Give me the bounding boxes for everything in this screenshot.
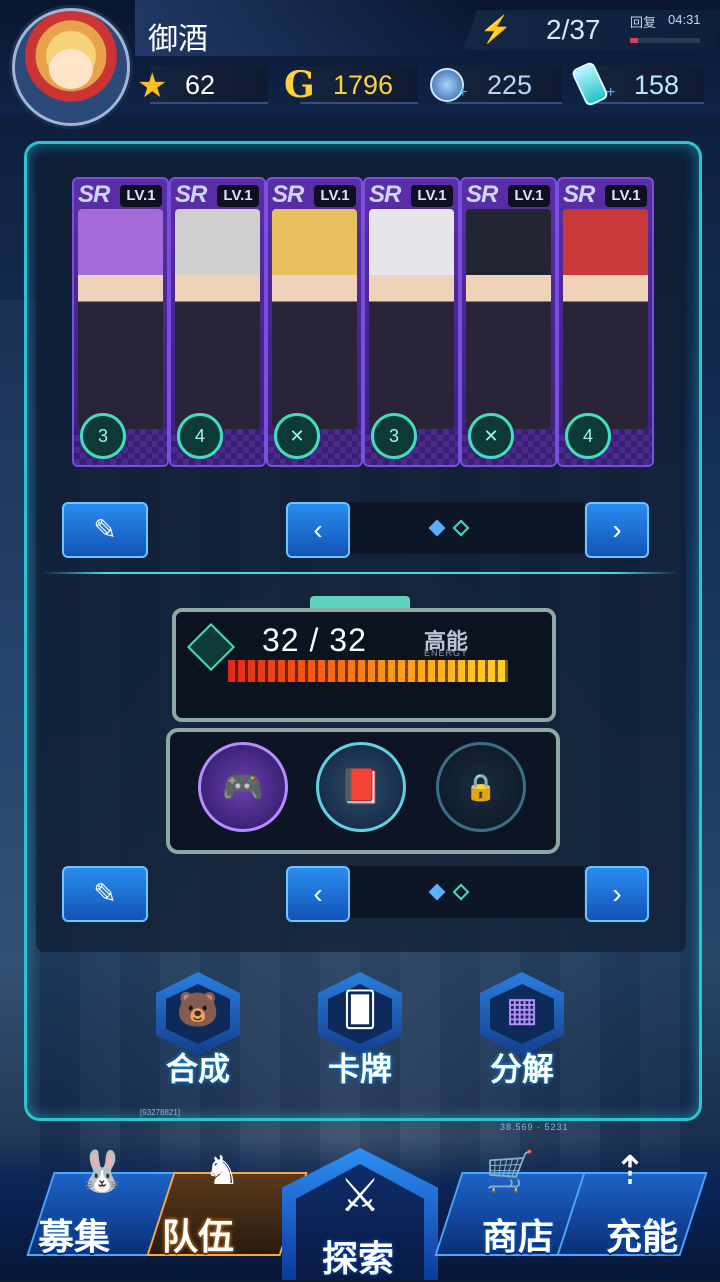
- rarity-label: SR: [175, 181, 207, 208]
- nav-shop-label: 商店: [482, 1216, 555, 1257]
- character-portrait: [369, 209, 454, 429]
- nav-explore-label: 探索: [322, 1238, 395, 1279]
- castle-icon: ⚔: [339, 1169, 381, 1221]
- stamina-icon[interactable]: ⚡: [478, 14, 514, 44]
- card-level: LV.1: [605, 185, 647, 207]
- team-next-button[interactable]: ›: [585, 502, 649, 558]
- rarity-label: SR: [78, 181, 110, 208]
- nav-charge-label: 充能: [606, 1216, 679, 1257]
- cards-icon: 🂠: [342, 991, 378, 1029]
- equipment-next-button[interactable]: ›: [585, 866, 649, 922]
- gem-plus-icon[interactable]: +: [458, 84, 467, 102]
- coords-left: [93278821]: [140, 1108, 181, 1117]
- cards-label: 卡牌: [327, 1051, 392, 1087]
- stamina-value: 2/37: [546, 14, 601, 45]
- recover-time: 04:31: [668, 12, 701, 27]
- knight-icon: ♞: [204, 1149, 240, 1193]
- avatar-face: [49, 49, 93, 89]
- synthesize-label: 合成: [165, 1051, 230, 1087]
- equipment-prev-button[interactable]: ‹: [286, 866, 350, 922]
- character-portrait: [466, 209, 551, 429]
- potion-value: 158: [634, 70, 680, 100]
- card-level: LV.1: [120, 185, 162, 207]
- decompose-button[interactable]: ▦ 分解: [472, 972, 572, 1087]
- item-slot-console[interactable]: 🎮: [198, 742, 288, 832]
- decompose-label: 分解: [489, 1051, 554, 1087]
- vial-icon: ⇡: [613, 1149, 647, 1193]
- character-portrait: [78, 209, 163, 429]
- character-portrait: [175, 209, 260, 429]
- card-level: LV.1: [217, 185, 259, 207]
- character-card[interactable]: SR LV.1 3: [363, 177, 460, 467]
- character-portrait: [563, 209, 648, 429]
- recover-label: 回复: [630, 15, 657, 30]
- character-card[interactable]: SR LV.1 ✕: [460, 177, 557, 467]
- rarity-label: SR: [563, 181, 595, 208]
- team-prev-button[interactable]: ‹: [286, 502, 350, 558]
- rarity-label: SR: [466, 181, 498, 208]
- energy-sublabel: ENERGY: [424, 648, 469, 658]
- player-name: 御酒: [148, 23, 208, 56]
- section-divider: [42, 572, 678, 574]
- element-icon: 3: [80, 413, 126, 459]
- item-slot-book[interactable]: 📕: [316, 742, 406, 832]
- star-icon: ★: [137, 67, 168, 105]
- recover-progress-bar: [630, 38, 700, 43]
- nav-team-label: 队伍: [162, 1216, 235, 1257]
- element-icon: ✕: [274, 413, 320, 459]
- rarity-label: SR: [369, 181, 401, 208]
- energy-bar: [228, 660, 508, 682]
- character-card[interactable]: SR LV.1 4: [169, 177, 266, 467]
- bear-icon: 🐻: [176, 991, 220, 1029]
- energy-value: 32 / 32: [262, 622, 367, 658]
- gold-value: 1796: [333, 70, 394, 100]
- card-level: LV.1: [411, 185, 453, 207]
- potion-plus-icon[interactable]: +: [606, 84, 615, 102]
- player-level: 62: [185, 70, 216, 100]
- card-row: SR LV.1 3 SR LV.1 4 SR LV.1 ✕ SR LV.1 3 SR LV.1 ✕ SR LV.…: [72, 177, 654, 467]
- book-icon: 📕: [339, 768, 383, 806]
- card-level: LV.1: [314, 185, 356, 207]
- edit-team-button[interactable]: ✎: [62, 502, 148, 558]
- element-icon: 3: [371, 413, 417, 459]
- edit-equipment-button[interactable]: ✎: [62, 866, 148, 922]
- gem-value: 225: [487, 70, 533, 100]
- element-icon: 4: [565, 413, 611, 459]
- character-portrait: [272, 209, 357, 429]
- coords-right: 38.569 · 5231: [500, 1122, 569, 1132]
- element-icon: 4: [177, 413, 223, 459]
- game-console-icon: 🎮: [221, 768, 265, 806]
- character-card[interactable]: SR LV.1 3: [72, 177, 169, 467]
- rabbit-icon: 🐰: [77, 1150, 127, 1194]
- player-avatar[interactable]: [12, 8, 130, 126]
- lock-icon: 🔒: [464, 772, 498, 802]
- cart-icon: 🛒: [485, 1150, 535, 1194]
- cards-button[interactable]: 🂠 卡牌: [310, 972, 410, 1087]
- character-card[interactable]: SR LV.1 4: [557, 177, 654, 467]
- rarity-label: SR: [272, 181, 304, 208]
- card-level: LV.1: [508, 185, 550, 207]
- nav-recruit-label: 募集: [38, 1216, 111, 1257]
- element-icon: ✕: [468, 413, 514, 459]
- item-slot-locked[interactable]: 🔒: [436, 742, 526, 832]
- cubes-icon: ▦: [505, 991, 539, 1029]
- synthesize-button[interactable]: 🐻 合成: [148, 972, 248, 1087]
- gold-icon: G: [284, 64, 315, 106]
- character-card[interactable]: SR LV.1 ✕: [266, 177, 363, 467]
- recover-progress-fill: [630, 38, 639, 43]
